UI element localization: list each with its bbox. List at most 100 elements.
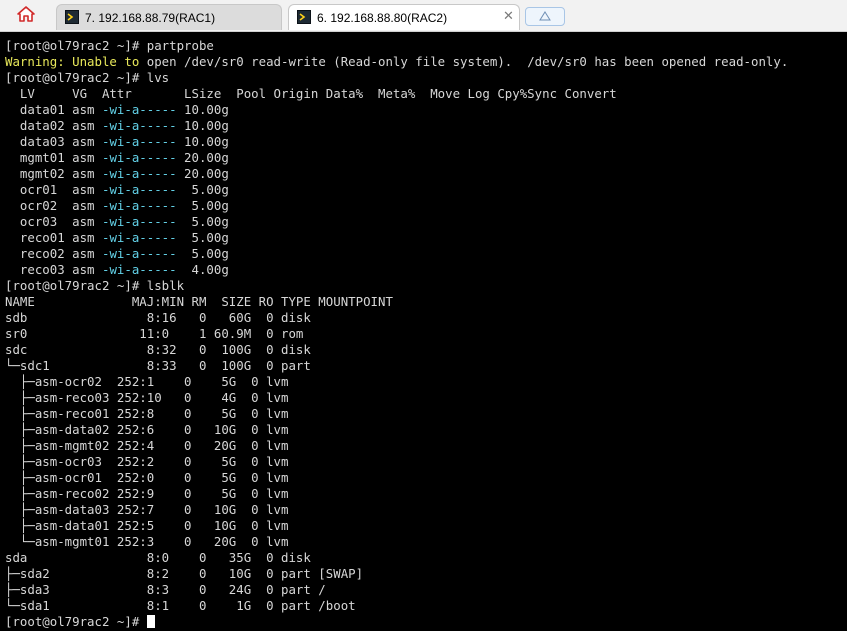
terminal-line: LV VG Attr LSize Pool Origin Data% Meta%…: [5, 86, 788, 102]
terminal-line: [root@ol79rac2 ~]# partprobe: [5, 38, 788, 54]
close-icon[interactable]: ✕: [503, 8, 514, 24]
tab-label: 6. 192.168.88.80(RAC2): [317, 11, 448, 25]
terminal-line: Warning: Unable to open /dev/sr0 read-wr…: [5, 54, 788, 70]
terminal-text: mgmt01 asm: [5, 150, 102, 165]
terminal-text: sdc 8:32 0 100G 0 disk: [5, 342, 311, 357]
terminal-line: ├─asm-data01 252:5 0 10G 0 lvm: [5, 518, 788, 534]
terminal-text: -wi-a-----: [101, 198, 177, 213]
terminal-text: 20.00g: [176, 150, 229, 165]
terminal-icon: [65, 10, 79, 24]
terminal-text: 10.00g: [176, 102, 229, 117]
terminal-line: [root@ol79rac2 ~]#: [5, 614, 788, 630]
terminal-text: ├─sda2 8:2 0 10G 0 part [SWAP]: [5, 566, 364, 581]
terminal-text: -wi-a-----: [101, 102, 177, 117]
terminal-text: ├─asm-data03 252:7 0 10G 0 lvm: [5, 502, 289, 517]
terminal-text: -wi-a-----: [101, 230, 177, 245]
terminal-line: ├─asm-ocr03 252:2 0 5G 0 lvm: [5, 454, 788, 470]
terminal-text: ocr03 asm: [5, 214, 102, 229]
terminal-line: └─sda1 8:1 0 1G 0 part /boot: [5, 598, 788, 614]
terminal-text: └─asm-mgmt01 252:3 0 20G 0 lvm: [5, 534, 289, 549]
terminal-text: 10.00g: [176, 134, 229, 149]
terminal-line: data03 asm -wi-a----- 10.00g: [5, 134, 788, 150]
terminal-text: [root@ol79rac2 ~]# lsblk: [5, 278, 185, 293]
terminal-line: ├─asm-reco01 252:8 0 5G 0 lvm: [5, 406, 788, 422]
terminal-text: [root@ol79rac2 ~]#: [5, 614, 147, 629]
terminal-line: sdc 8:32 0 100G 0 disk: [5, 342, 788, 358]
terminal-text: 5.00g: [176, 182, 229, 197]
terminal-output[interactable]: [root@ol79rac2 ~]# partprobe Warning: Una…: [0, 32, 847, 631]
terminal-line: ├─asm-data03 252:7 0 10G 0 lvm: [5, 502, 788, 518]
terminal-line: ├─asm-reco02 252:9 0 5G 0 lvm: [5, 486, 788, 502]
terminal-text: data02 asm: [5, 118, 102, 133]
tab-label: 7. 192.168.88.79(RAC1): [85, 11, 216, 25]
terminal-line: mgmt02 asm -wi-a----- 20.00g: [5, 166, 788, 182]
terminal-line: sdb 8:16 0 60G 0 disk: [5, 310, 788, 326]
terminal-text: Warning: Unable to: [5, 54, 140, 69]
terminal-line: reco01 asm -wi-a----- 5.00g: [5, 230, 788, 246]
terminal-text: open /dev/sr0 read-write (Read-only file…: [139, 54, 789, 69]
terminal-line: ├─asm-data02 252:6 0 10G 0 lvm: [5, 422, 788, 438]
terminal-text: -wi-a-----: [101, 262, 177, 277]
home-tab[interactable]: [0, 0, 54, 31]
terminal-text: ├─asm-ocr01 252:0 0 5G 0 lvm: [5, 470, 289, 485]
terminal-text: -wi-a-----: [101, 134, 177, 149]
terminal-text: -wi-a-----: [101, 150, 177, 165]
terminal-text: ├─asm-data01 252:5 0 10G 0 lvm: [5, 518, 289, 533]
terminal-text: └─sda1 8:1 0 1G 0 part /boot: [5, 598, 356, 613]
terminal-text: ocr01 asm: [5, 182, 102, 197]
tab-bar: 7. 192.168.88.79(RAC1) 6. 192.168.88.80(…: [0, 0, 847, 32]
terminal-text: LV VG Attr LSize Pool Origin Data% Meta%…: [5, 86, 617, 101]
terminal-line: ├─sda2 8:2 0 10G 0 part [SWAP]: [5, 566, 788, 582]
terminal-line: ├─asm-mgmt02 252:4 0 20G 0 lvm: [5, 438, 788, 454]
terminal-text: ├─asm-mgmt02 252:4 0 20G 0 lvm: [5, 438, 289, 453]
new-tab-button[interactable]: [525, 7, 565, 26]
terminal-icon: [297, 10, 311, 24]
terminal-text: -wi-a-----: [101, 182, 177, 197]
terminal-text: reco01 asm: [5, 230, 102, 245]
terminal-line: [root@ol79rac2 ~]# lsblk: [5, 278, 788, 294]
terminal-line: sda 8:0 0 35G 0 disk: [5, 550, 788, 566]
terminal-text: 10.00g: [176, 118, 229, 133]
terminal-line: ocr03 asm -wi-a----- 5.00g: [5, 214, 788, 230]
terminal-text: └─sdc1 8:33 0 100G 0 part: [5, 358, 311, 373]
terminal-text: -wi-a-----: [101, 118, 177, 133]
terminal-line: ├─asm-reco03 252:10 0 4G 0 lvm: [5, 390, 788, 406]
tab-rac2[interactable]: 6. 192.168.88.80(RAC2) ✕: [288, 4, 520, 30]
terminal-text: ├─asm-data02 252:6 0 10G 0 lvm: [5, 422, 289, 437]
terminal-text: reco02 asm: [5, 246, 102, 261]
terminal-text: mgmt02 asm: [5, 166, 102, 181]
terminal-text: ocr02 asm: [5, 198, 102, 213]
new-tab-icon: [539, 11, 551, 21]
terminal-text: 5.00g: [176, 214, 229, 229]
terminal-text: data03 asm: [5, 134, 102, 149]
terminal-text: sdb 8:16 0 60G 0 disk: [5, 310, 311, 325]
terminal-line: ├─asm-ocr01 252:0 0 5G 0 lvm: [5, 470, 788, 486]
home-icon: [17, 6, 35, 22]
terminal-text: [root@ol79rac2 ~]# lvs: [5, 70, 170, 85]
terminal-text: 5.00g: [176, 246, 229, 261]
terminal-text: reco03 asm: [5, 262, 102, 277]
terminal-line: └─sdc1 8:33 0 100G 0 part: [5, 358, 788, 374]
terminal-line: reco02 asm -wi-a----- 5.00g: [5, 246, 788, 262]
terminal-text: ├─asm-ocr03 252:2 0 5G 0 lvm: [5, 454, 289, 469]
cursor: [146, 615, 155, 628]
terminal-text: 5.00g: [176, 198, 229, 213]
terminal-line: └─asm-mgmt01 252:3 0 20G 0 lvm: [5, 534, 788, 550]
terminal-text: ├─asm-reco03 252:10 0 4G 0 lvm: [5, 390, 289, 405]
terminal-line: sr0 11:0 1 60.9M 0 rom: [5, 326, 788, 342]
terminal-text: sr0 11:0 1 60.9M 0 rom: [5, 326, 304, 341]
terminal-line: NAME MAJ:MIN RM SIZE RO TYPE MOUNTPOINT: [5, 294, 788, 310]
terminal-line: reco03 asm -wi-a----- 4.00g: [5, 262, 788, 278]
terminal-text: 20.00g: [176, 166, 229, 181]
terminal-line: [root@ol79rac2 ~]# lvs: [5, 70, 788, 86]
terminal-text: ├─asm-ocr02 252:1 0 5G 0 lvm: [5, 374, 289, 389]
terminal-text: ├─asm-reco01 252:8 0 5G 0 lvm: [5, 406, 289, 421]
tab-rac1[interactable]: 7. 192.168.88.79(RAC1): [56, 4, 282, 30]
terminal-line: ocr01 asm -wi-a----- 5.00g: [5, 182, 788, 198]
terminal-text: 4.00g: [176, 262, 229, 277]
terminal-text: ├─asm-reco02 252:9 0 5G 0 lvm: [5, 486, 289, 501]
terminal-line: ocr02 asm -wi-a----- 5.00g: [5, 198, 788, 214]
terminal-line: ├─sda3 8:3 0 24G 0 part /: [5, 582, 788, 598]
terminal-text: ├─sda3 8:3 0 24G 0 part /: [5, 582, 326, 597]
terminal-lines: [root@ol79rac2 ~]# partprobe Warning: Una…: [5, 38, 788, 630]
